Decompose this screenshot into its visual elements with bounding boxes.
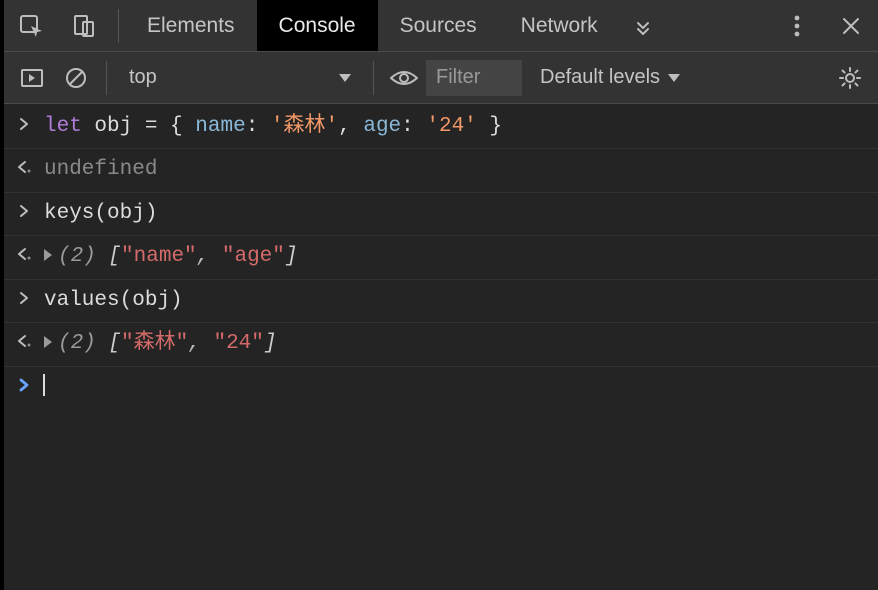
tab-sources[interactable]: Sources — [378, 0, 499, 51]
filter-input[interactable] — [426, 60, 522, 96]
console-code: let obj = { name: '森林', age: '24' } — [44, 112, 870, 142]
console-input-row: keys(obj) — [4, 193, 878, 236]
tab-console[interactable]: Console — [257, 0, 378, 51]
text-caret — [43, 374, 45, 396]
console-input-row: let obj = { name: '森林', age: '24' } — [4, 106, 878, 149]
toolbar-divider — [106, 61, 107, 95]
expand-object-icon[interactable] — [44, 336, 52, 348]
devtools-tabstrip: Elements Console Sources Network — [4, 0, 878, 52]
console-input[interactable] — [44, 373, 870, 403]
toggle-device-icon[interactable] — [58, 0, 112, 51]
console-toolbar: top Default levels — [4, 52, 878, 104]
console-settings-icon[interactable] — [828, 58, 872, 98]
console-output-row: undefined — [4, 149, 878, 192]
tab-divider — [118, 9, 119, 43]
input-chevron-icon — [8, 117, 44, 131]
tab-elements[interactable]: Elements — [125, 0, 257, 51]
input-chevron-icon — [8, 204, 44, 218]
toggle-sidebar-icon[interactable] — [10, 58, 54, 98]
log-levels-selector[interactable]: Default levels — [530, 58, 690, 98]
console-output-row: (2) ["name", "age"] — [4, 236, 878, 279]
context-selector[interactable]: top — [115, 58, 365, 98]
console-code: keys(obj) — [44, 199, 870, 229]
expand-object-icon[interactable] — [44, 249, 52, 261]
console-output-row: (2) ["森林", "24"] — [4, 323, 878, 366]
log-levels-label: Default levels — [540, 66, 660, 89]
overflow-tabs-icon[interactable] — [620, 0, 666, 51]
clear-console-icon[interactable] — [54, 58, 98, 98]
output-chevron-icon — [8, 247, 44, 261]
inspect-element-icon[interactable] — [4, 0, 58, 51]
console-prompt-row[interactable] — [4, 367, 878, 409]
console-input-row: values(obj) — [4, 280, 878, 323]
console-messages: let obj = { name: '森林', age: '24' } unde… — [4, 104, 878, 590]
tab-network[interactable]: Network — [499, 0, 620, 51]
close-icon[interactable] — [824, 0, 878, 51]
chevron-down-icon — [339, 74, 351, 82]
output-chevron-icon — [8, 334, 44, 348]
toolbar-divider-2 — [373, 61, 374, 95]
context-selector-label: top — [129, 66, 339, 89]
live-expression-icon[interactable] — [382, 58, 426, 98]
console-value: undefined — [44, 155, 870, 185]
console-value: (2) ["name", "age"] — [44, 242, 870, 272]
console-code: values(obj) — [44, 286, 870, 316]
kebab-menu-icon[interactable] — [770, 0, 824, 51]
prompt-chevron-icon — [8, 378, 44, 392]
input-chevron-icon — [8, 291, 44, 305]
console-value: (2) ["森林", "24"] — [44, 329, 870, 359]
chevron-down-icon — [668, 74, 680, 82]
output-chevron-icon — [8, 160, 44, 174]
